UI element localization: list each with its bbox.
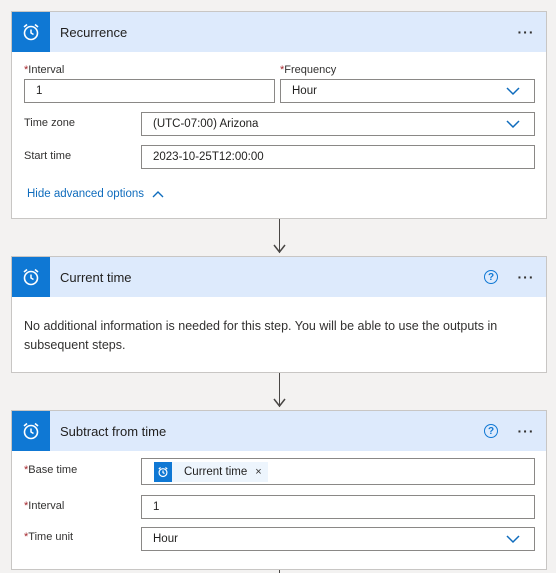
- alarm-clock-icon: [12, 12, 50, 52]
- frequency-label: *Frequency: [280, 64, 336, 76]
- chevron-down-icon: [506, 535, 520, 544]
- chevron-up-icon: [152, 191, 164, 198]
- current-time-header[interactable]: Current time ? ···: [12, 257, 546, 297]
- basetime-label-text: Base time: [28, 464, 78, 476]
- subtract-header[interactable]: Subtract from time ? ···: [12, 411, 546, 451]
- frequency-value: Hour: [292, 85, 317, 97]
- more-options-button[interactable]: ···: [516, 421, 536, 441]
- alarm-clock-icon: [154, 462, 172, 482]
- token-label: Current time: [184, 466, 248, 478]
- frequency-dropdown[interactable]: Hour: [280, 79, 535, 103]
- starttime-input[interactable]: 2023-10-25T12:00:00: [141, 145, 535, 169]
- more-dots: ···: [517, 423, 535, 439]
- timezone-dropdown[interactable]: (UTC-07:00) Arizona: [141, 112, 535, 136]
- arrow-down-icon: [273, 244, 286, 254]
- chevron-down-icon: [506, 87, 520, 96]
- timeunit-value: Hour: [153, 533, 178, 545]
- close-icon[interactable]: ×: [255, 466, 261, 478]
- card-title: Subtract from time: [60, 424, 167, 439]
- timeunit-label: *Time unit: [24, 531, 73, 543]
- alarm-clock-icon: [12, 411, 50, 451]
- advanced-label: Hide advanced options: [27, 188, 144, 200]
- basetime-input[interactable]: Current time ×: [141, 458, 535, 485]
- interval-label-text: Interval: [28, 64, 65, 76]
- interval-label: *Interval: [24, 64, 64, 76]
- recurrence-card: Recurrence ··· *Interval 1 *Frequency Ho…: [11, 11, 547, 219]
- more-dots: ···: [517, 24, 535, 40]
- chevron-down-icon: [506, 120, 520, 129]
- interval-label-text: Interval: [28, 500, 65, 512]
- interval-value: 1: [36, 85, 43, 97]
- alarm-clock-icon: [12, 257, 50, 297]
- starttime-label: Start time: [24, 150, 72, 162]
- current-time-card: Current time ? ··· No additional informa…: [11, 256, 547, 373]
- timeunit-dropdown[interactable]: Hour: [141, 527, 535, 551]
- frequency-label-text: Frequency: [284, 64, 337, 76]
- basetime-label: *Base time: [24, 464, 77, 476]
- card-title: Recurrence: [60, 25, 128, 40]
- more-options-button[interactable]: ···: [516, 22, 536, 42]
- starttime-value: 2023-10-25T12:00:00: [153, 151, 264, 163]
- interval-input[interactable]: 1: [141, 495, 535, 519]
- interval-label: *Interval: [24, 500, 64, 512]
- help-icon[interactable]: ?: [484, 270, 498, 284]
- arrow-down-icon: [273, 398, 286, 408]
- recurrence-header[interactable]: Recurrence ···: [12, 12, 546, 52]
- more-options-button[interactable]: ···: [516, 267, 536, 287]
- help-icon[interactable]: ?: [484, 424, 498, 438]
- current-time-token[interactable]: Current time ×: [154, 462, 268, 482]
- timezone-label: Time zone: [24, 117, 75, 129]
- more-dots: ···: [517, 269, 535, 285]
- card-title: Current time: [60, 270, 132, 285]
- timeunit-label-text: Time unit: [28, 531, 74, 543]
- hide-advanced-options-link[interactable]: Hide advanced options: [27, 188, 164, 200]
- subtract-card: Subtract from time ? ··· *Base time Curr…: [11, 410, 547, 570]
- interval-value: 1: [153, 501, 160, 513]
- timezone-value: (UTC-07:00) Arizona: [153, 118, 259, 130]
- interval-input[interactable]: 1: [24, 79, 275, 103]
- info-text: No additional information is needed for …: [24, 319, 498, 352]
